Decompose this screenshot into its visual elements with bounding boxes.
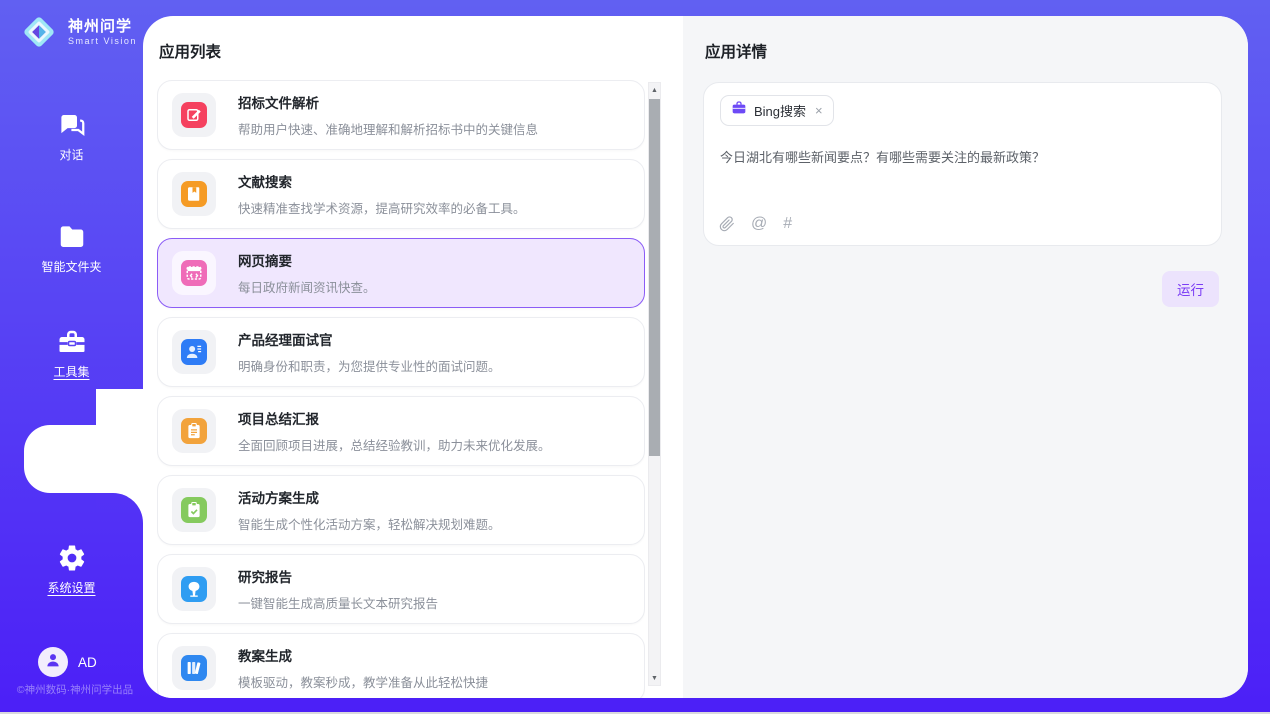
app-list-item[interactable]: 研究报告 一键智能生成高质量长文本研究报告: [157, 554, 645, 624]
sidebar: 神州问学 Smart Vision 对话 智能文件夹 工具集 应用市场 系统设置: [0, 0, 143, 714]
app-list-item[interactable]: 教案生成 模板驱动，教案秒成，教学准备从此轻松快捷: [157, 633, 645, 698]
avatar[interactable]: [38, 647, 68, 677]
chat-icon: [57, 110, 87, 140]
app-name: 活动方案生成: [238, 487, 501, 507]
app-description: 模板驱动，教案秒成，教学准备从此轻松快捷: [238, 672, 488, 691]
at-icon[interactable]: @: [751, 215, 767, 233]
scroll-down-icon[interactable]: ▼: [649, 671, 660, 685]
browser-icon: [181, 260, 207, 286]
app-list-item[interactable]: 活动方案生成 智能生成个性化活动方案，轻松解决规划难题。: [157, 475, 645, 545]
briefcase-icon: [731, 100, 747, 121]
prompt-toolbar: @#: [719, 215, 792, 233]
brand-logo: 神州问学 Smart Vision: [18, 11, 137, 53]
toolbox-icon: [57, 327, 87, 357]
app-list-item[interactable]: 项目总结汇报 全面回顾项目进展，总结经验教训，助力未来优化发展。: [157, 396, 645, 466]
app-list-scrollbar[interactable]: ▲ ▼: [648, 82, 661, 686]
app-list-item[interactable]: 文献搜索 快速精准查找学术资源，提高研究效率的必备工具。: [157, 159, 645, 229]
app-description: 每日政府新闻资讯快查。: [238, 277, 376, 296]
sidebar-item-对话[interactable]: 对话: [0, 110, 143, 164]
active-nav-bubble: [24, 425, 143, 493]
user-row[interactable]: AD: [38, 647, 97, 677]
sidebar-item-工具集[interactable]: 工具集: [0, 327, 143, 381]
app-description: 快速精准查找学术资源，提高研究效率的必备工具。: [238, 198, 526, 217]
brand-subtitle: Smart Vision: [68, 36, 137, 46]
tool-chip-bing-search[interactable]: Bing搜索 ×: [720, 95, 834, 126]
interview-icon: [181, 339, 207, 365]
gem-logo-icon: [18, 11, 60, 53]
app-name: 项目总结汇报: [238, 408, 551, 428]
app-list: 招标文件解析 帮助用户快速、准确地理解和解析招标书中的关键信息 文献搜索 快速精…: [157, 80, 645, 698]
doc-edit-icon: [181, 102, 207, 128]
app-description: 帮助用户快速、准确地理解和解析招标书中的关键信息: [238, 119, 538, 138]
app-name: 网页摘要: [238, 250, 376, 270]
books-icon: [181, 655, 207, 681]
copyright-footer: ©神州数码·神州问学出品: [0, 682, 150, 697]
brand-name: 神州问学: [68, 18, 137, 36]
app-description: 智能生成个性化活动方案，轻松解决规划难题。: [238, 514, 501, 533]
app-list-item[interactable]: 产品经理面试官 明确身份和职责，为您提供专业性的面试问题。: [157, 317, 645, 387]
clipboard-check-icon: [181, 497, 207, 523]
sidebar-item-智能文件夹[interactable]: 智能文件夹: [0, 222, 143, 276]
app-description: 一键智能生成高质量长文本研究报告: [238, 593, 438, 612]
app-window: { "brand": { "name": "神州问学", "subtitle":…: [0, 0, 1270, 714]
tool-chip-label: Bing搜索: [754, 101, 806, 120]
scroll-up-icon[interactable]: ▲: [649, 83, 660, 97]
user-name: AD: [78, 655, 97, 670]
app-detail-title: 应用详情: [705, 40, 767, 62]
app-description: 明确身份和职责，为您提供专业性的面试问题。: [238, 356, 501, 375]
app-list-item[interactable]: 招标文件解析 帮助用户快速、准确地理解和解析招标书中的关键信息: [157, 80, 645, 150]
app-detail-pane: 应用详情 Bing搜索 × 今日湖北有哪些新闻要点？有哪些需要关注的最新政策？ …: [683, 16, 1248, 698]
hash-icon[interactable]: #: [783, 215, 792, 233]
close-icon[interactable]: ×: [815, 104, 823, 117]
clipboard-icon: [181, 418, 207, 444]
app-list-item[interactable]: 网页摘要 每日政府新闻资讯快查。: [157, 238, 645, 308]
prompt-input[interactable]: 今日湖北有哪些新闻要点？有哪些需要关注的最新政策？: [720, 147, 1200, 166]
main-content-card: 应用列表 招标文件解析 帮助用户快速、准确地理解和解析招标书中的关键信息 文献搜…: [143, 16, 1248, 698]
app-description: 全面回顾项目进展，总结经验教训，助力未来优化发展。: [238, 435, 551, 454]
run-button[interactable]: 运行: [1162, 271, 1219, 307]
report-icon: [181, 576, 207, 602]
app-name: 招标文件解析: [238, 92, 538, 112]
person-icon: [44, 651, 62, 674]
sidebar-item-系统设置[interactable]: 系统设置: [0, 543, 143, 597]
app-name: 教案生成: [238, 645, 488, 665]
app-list-title: 应用列表: [159, 40, 221, 62]
gear-icon: [57, 543, 87, 573]
book-icon: [181, 181, 207, 207]
app-name: 文献搜索: [238, 171, 526, 191]
prompt-card[interactable]: Bing搜索 × 今日湖北有哪些新闻要点？有哪些需要关注的最新政策？ @#: [703, 82, 1222, 246]
folder-icon: [57, 222, 87, 252]
paperclip-icon[interactable]: [719, 216, 735, 232]
app-name: 产品经理面试官: [238, 329, 501, 349]
app-name: 研究报告: [238, 566, 438, 586]
scrollbar-thumb[interactable]: [649, 99, 660, 456]
